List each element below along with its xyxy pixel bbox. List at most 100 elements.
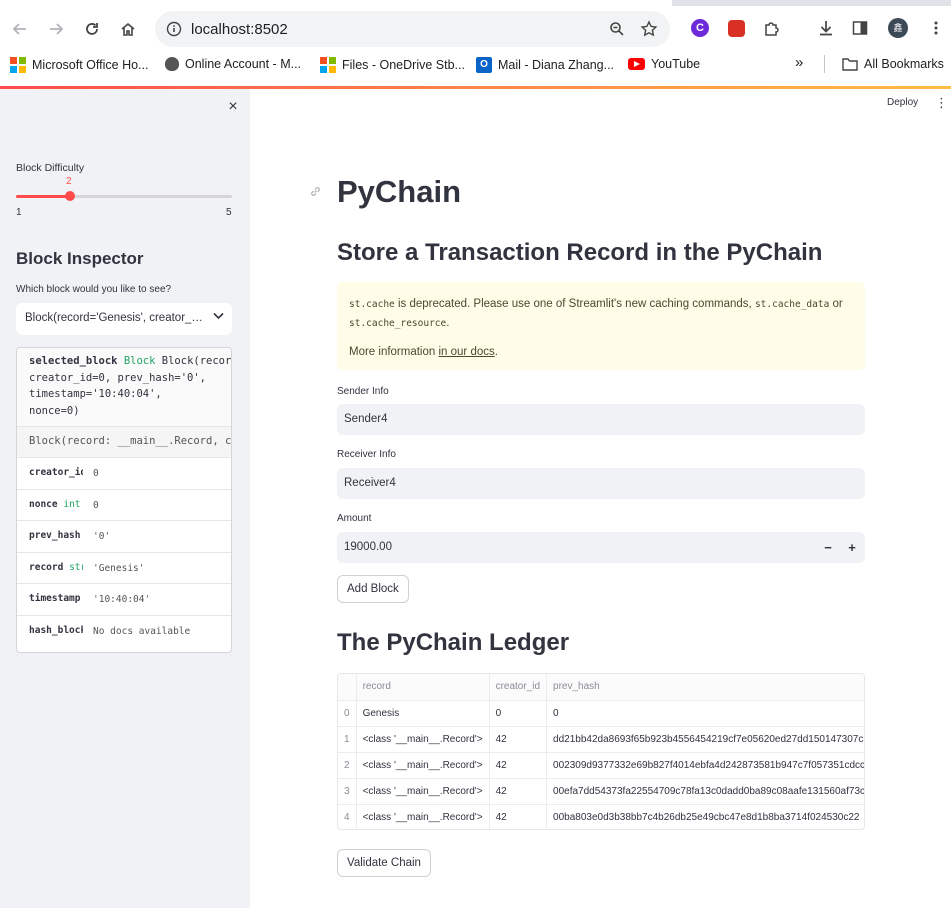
apple-logo-icon [165, 57, 179, 71]
table-cell[interactable]: 00efa7dd54373fa22554709c78fa13c0dadd0ba8… [546, 778, 864, 805]
sidebar: × Block Difficulty 2 1 5 Block Inspector… [0, 89, 250, 908]
help-attr-value: '0' [93, 531, 111, 542]
help-header: selected_block Block Block(record='Genes… [17, 348, 231, 426]
folder-icon [842, 58, 858, 71]
zoom-icon[interactable] [608, 20, 626, 38]
warning-text: . [446, 317, 450, 329]
bookmark-online-account[interactable]: Online Account - M... [165, 57, 301, 71]
table-cell[interactable]: 42 [489, 752, 548, 779]
code-st-cache-data: st.cache_data [754, 299, 830, 310]
row-index[interactable]: 4 [338, 804, 357, 829]
bookmarks-bar: Microsoft Office Ho... Online Account - … [0, 52, 951, 80]
sender-input[interactable]: Sender4 [337, 404, 865, 435]
bookmarks-divider [824, 55, 825, 73]
deploy-button[interactable]: Deploy [887, 97, 918, 108]
row-index[interactable]: 2 [338, 752, 357, 779]
bookmark-label: Mail - Diana Zhang... [498, 58, 615, 72]
bookmark-microsoft-office[interactable]: Microsoft Office Ho... [10, 57, 148, 73]
profile-avatar[interactable]: 鑫 [888, 18, 908, 38]
table-cell[interactable]: <class '__main__.Record'> [356, 726, 490, 753]
table-cell[interactable]: 42 [489, 778, 548, 805]
back-icon[interactable] [7, 16, 33, 42]
help-attr-value: 0 [93, 468, 99, 479]
extensions-puzzle-icon[interactable] [762, 18, 782, 38]
slider-min: 1 [16, 207, 22, 218]
decrement-button[interactable]: − [821, 540, 835, 555]
link-anchor-icon[interactable] [310, 186, 321, 200]
increment-button[interactable]: + [845, 540, 859, 555]
help-attr-value: '10:40:04' [93, 594, 151, 605]
help-attr-row: hash_block No docs available [17, 614, 231, 647]
receiver-input[interactable]: Receiver4 [337, 468, 865, 499]
row-index[interactable]: 0 [338, 700, 357, 727]
youtube-icon [628, 58, 645, 70]
help-repr-first: Block(record='Genesis', [161, 355, 231, 367]
warning-line-1: st.cache is deprecated. Please use one o… [349, 295, 853, 333]
column-header[interactable]: record [356, 674, 490, 701]
deprecation-warning: st.cache is deprecated. Please use one o… [337, 282, 865, 370]
amount-label: Amount [337, 513, 372, 524]
table-cell[interactable]: 00ba803e0d3b38bb7c4b26db25e49cbc47e8d1b8… [546, 804, 864, 829]
table-cell[interactable]: 0 [546, 700, 864, 727]
bookmarks-overflow-icon[interactable]: » [795, 54, 803, 71]
reload-icon[interactable] [79, 16, 105, 42]
browser-menu-icon[interactable] [926, 18, 946, 38]
row-index[interactable]: 1 [338, 726, 357, 753]
table-cell[interactable]: 0 [489, 700, 548, 727]
slider-value: 2 [66, 176, 72, 187]
validate-chain-button[interactable]: Validate Chain [337, 849, 431, 877]
bookmark-star-icon[interactable] [640, 20, 658, 38]
outlook-icon: O [476, 57, 492, 73]
table-cell[interactable]: <class '__main__.Record'> [356, 752, 490, 779]
table-cell[interactable]: Genesis [356, 700, 490, 727]
block-select[interactable]: Block(record='Genesis', creator_id=0, pr… [16, 303, 232, 335]
bookmark-youtube[interactable]: YouTube [628, 57, 700, 71]
address-bar[interactable]: localhost:8502 [155, 11, 670, 47]
help-var-name: selected_block [29, 355, 118, 367]
help-attr-value: 0 [93, 499, 99, 511]
table-cell[interactable]: 42 [489, 726, 548, 753]
amount-value: 19000.00 [344, 541, 392, 553]
table-cell[interactable]: dd21bb42da8693f65b923b4556454219cf7e0562… [546, 726, 864, 753]
slider-thumb[interactable] [65, 191, 75, 201]
table-row[interactable]: 4 <class '__main__.Record'> 42 00ba803e0d3b… [338, 804, 864, 829]
help-attr-name: hash_block [29, 624, 83, 636]
table-cell[interactable]: <class '__main__.Record'> [356, 804, 490, 829]
table-cell[interactable]: 002309d9377332e69b827f4014ebfa4d24287358… [546, 752, 864, 779]
docs-link[interactable]: in our docs [438, 346, 494, 358]
ledger-table[interactable]: record creator_id prev_hash 0 Genesis 0 0 1 <cl… [337, 673, 865, 830]
extension-shield-icon[interactable] [726, 18, 746, 38]
main-menu-icon[interactable]: ⋮ [935, 96, 948, 109]
site-info-icon[interactable] [165, 20, 183, 38]
row-index[interactable]: 3 [338, 778, 357, 805]
bookmark-onedrive[interactable]: Files - OneDrive Stb... [320, 57, 465, 73]
table-row[interactable]: 0 Genesis 0 0 [338, 700, 864, 727]
difficulty-slider[interactable] [16, 191, 232, 201]
add-block-button[interactable]: Add Block [337, 575, 409, 603]
table-row[interactable]: 3 <class '__main__.Record'> 42 00efa7dd5437… [338, 778, 864, 805]
table-row[interactable]: 1 <class '__main__.Record'> 42 dd21bb42da86… [338, 726, 864, 753]
column-header[interactable] [338, 674, 357, 701]
side-panel-icon[interactable] [850, 18, 870, 38]
sender-label: Sender Info [337, 386, 389, 397]
bookmark-label: Online Account - M... [185, 57, 302, 71]
column-header[interactable]: creator_id [489, 674, 548, 701]
all-bookmarks-button[interactable]: All Bookmarks [842, 57, 944, 71]
help-attr-row: record str 'Genesis' [17, 551, 231, 584]
column-header[interactable]: prev_hash [546, 674, 864, 701]
home-icon[interactable] [115, 16, 141, 42]
forward-icon[interactable] [43, 16, 69, 42]
help-docstring: Block(record: __main__.Record, creator_i… [17, 426, 231, 457]
amount-input[interactable]: 19000.00 − + [337, 532, 865, 563]
bookmark-label: Files - OneDrive Stb... [342, 58, 465, 72]
table-cell[interactable]: <class '__main__.Record'> [356, 778, 490, 805]
help-attr-name: creator_id int [29, 467, 83, 478]
bookmark-mail[interactable]: O Mail - Diana Zhang... [476, 57, 614, 73]
block-inspector-title: Block Inspector [16, 249, 144, 268]
close-sidebar-icon[interactable]: × [224, 98, 242, 116]
download-icon[interactable] [816, 18, 836, 38]
table-cell[interactable]: 42 [489, 804, 548, 829]
help-attr-row: creator_id int 0 [17, 457, 231, 489]
extension-c-icon[interactable]: C [690, 18, 710, 38]
table-row[interactable]: 2 <class '__main__.Record'> 42 002309d93773… [338, 752, 864, 779]
